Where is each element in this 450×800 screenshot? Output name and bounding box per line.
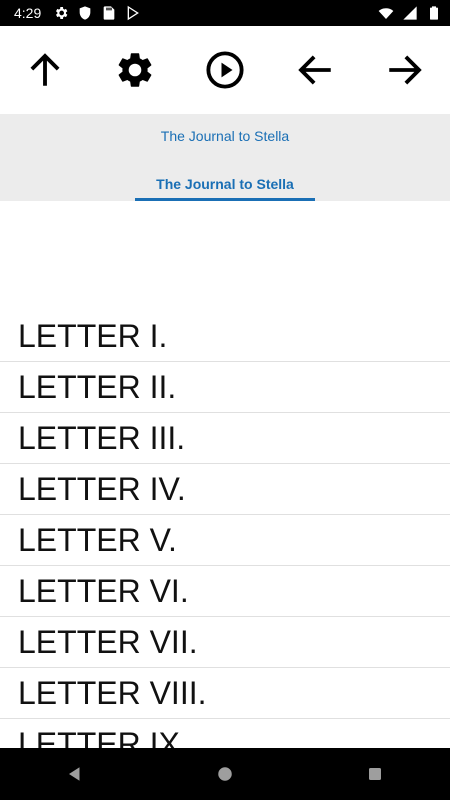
play-circle-icon [206, 51, 244, 89]
recents-square-icon [369, 768, 381, 780]
home-circle-icon [218, 767, 232, 781]
nav-back-button[interactable] [51, 750, 99, 798]
list-item[interactable]: LETTER II. [0, 362, 450, 413]
list-item[interactable]: LETTER VII. [0, 617, 450, 668]
battery-icon [430, 6, 438, 20]
navigation-bar [0, 748, 450, 800]
toolbar [0, 26, 450, 114]
list-item[interactable]: LETTER V. [0, 515, 450, 566]
list-item[interactable]: LETTER VI. [0, 566, 450, 617]
previous-button[interactable] [287, 42, 343, 98]
signal-icon [403, 6, 417, 20]
up-arrow-icon [30, 53, 60, 86]
status-time: 4:29 [14, 5, 42, 21]
list-item[interactable]: LETTER I. [0, 311, 450, 362]
back-arrow-icon [298, 55, 331, 85]
play-store-icon [127, 5, 140, 21]
list-item[interactable]: LETTER IV. [0, 464, 450, 515]
nav-home-button[interactable] [201, 750, 249, 798]
list-item[interactable]: LETTER III. [0, 413, 450, 464]
status-icons-left [53, 5, 141, 21]
list-item[interactable]: LETTER VIII. [0, 668, 450, 719]
gear-icon [118, 53, 152, 87]
status-bar: 4:29 [0, 0, 450, 26]
gear-icon [56, 7, 68, 19]
wifi-icon [378, 8, 394, 19]
book-title: The Journal to Stella [160, 128, 290, 144]
list-item[interactable]: LETTER IX. [0, 719, 450, 749]
next-button[interactable] [377, 42, 433, 98]
forward-arrow-icon [389, 55, 422, 85]
nav-recents-button[interactable] [351, 750, 399, 798]
sd-card-icon [103, 6, 115, 20]
header-band: The Journal to Stella The Journal to Ste… [0, 114, 450, 201]
shield-icon [79, 6, 91, 20]
status-icons-right [378, 5, 442, 21]
chapter-list[interactable]: LETTER I. LETTER II. LETTER III. LETTER … [0, 311, 450, 748]
back-triangle-icon [69, 767, 80, 781]
play-button[interactable] [197, 42, 253, 98]
tab-contents[interactable]: The Journal to Stella [135, 176, 315, 201]
up-button[interactable] [17, 42, 73, 98]
settings-button[interactable] [107, 42, 163, 98]
